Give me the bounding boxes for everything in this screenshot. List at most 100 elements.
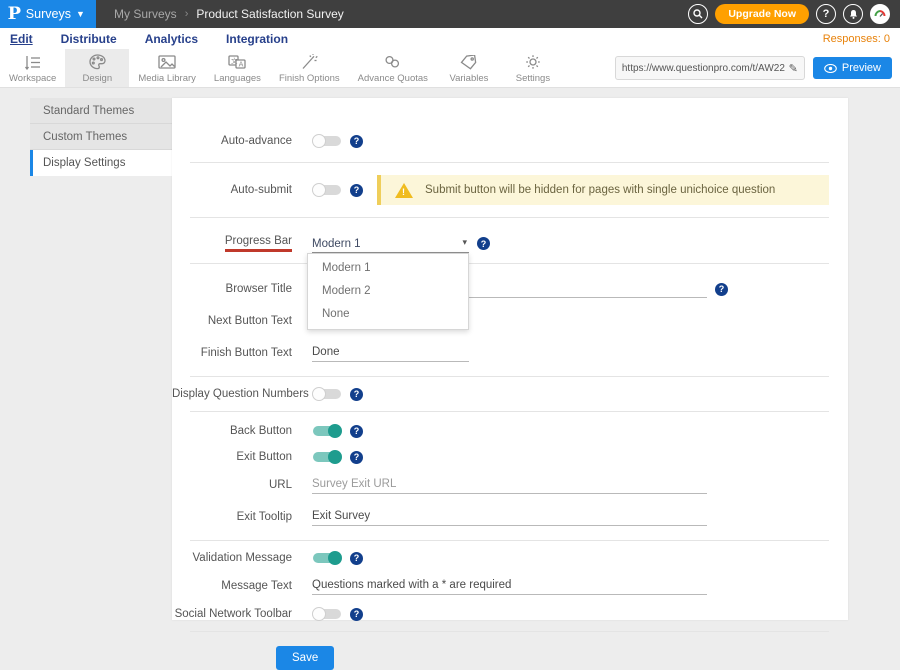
display-settings-panel: Auto-advance ? Auto-submit ? ! Submit bu… bbox=[172, 98, 848, 620]
toolbar-item-label: Languages bbox=[214, 73, 261, 84]
toolbar-item-advance-quotas[interactable]: Advance Quotas bbox=[349, 49, 437, 87]
surveys-product-menu[interactable]: P Surveys ▼ bbox=[0, 0, 96, 28]
display-question-numbers-help-icon[interactable]: ? bbox=[350, 388, 363, 401]
toolbar-item-languages[interactable]: 文A Languages bbox=[205, 49, 270, 87]
validation-message-label: Validation Message bbox=[172, 552, 312, 564]
validation-message-row: Validation Message ? bbox=[172, 551, 848, 565]
responses-count[interactable]: Responses: 0 bbox=[823, 33, 890, 45]
progress-bar-help-icon[interactable]: ? bbox=[477, 237, 490, 250]
browser-title-row: Browser Title ? bbox=[172, 280, 848, 298]
sidebar-item-display-settings[interactable]: Display Settings bbox=[30, 150, 172, 176]
sidebar-item-label: Standard Themes bbox=[43, 105, 134, 117]
exit-button-toggle[interactable] bbox=[312, 450, 342, 464]
browser-title-help-icon[interactable]: ? bbox=[715, 283, 728, 296]
auto-submit-toggle[interactable] bbox=[312, 183, 342, 197]
survey-url-input[interactable] bbox=[622, 63, 785, 74]
toolbar-item-label: Variables bbox=[449, 73, 488, 84]
exit-button-label: Exit Button bbox=[172, 451, 312, 463]
toolbar-item-design[interactable]: Design bbox=[65, 49, 129, 87]
upgrade-now-button[interactable]: Upgrade Now bbox=[715, 4, 809, 24]
auto-advance-toggle[interactable] bbox=[312, 134, 342, 148]
toolbar-item-label: Workspace bbox=[9, 73, 56, 84]
breadcrumb: My Surveys › Product Satisfaction Survey bbox=[96, 7, 344, 21]
top-bar: P Surveys ▼ My Surveys › Product Satisfa… bbox=[0, 0, 900, 28]
warning-triangle-icon: ! bbox=[395, 183, 413, 198]
toolbar-item-workspace[interactable]: Workspace bbox=[0, 49, 65, 87]
auto-advance-row: Auto-advance ? bbox=[172, 122, 848, 148]
back-button-help-icon[interactable]: ? bbox=[350, 425, 363, 438]
settings-icon bbox=[525, 54, 541, 71]
section-nav: Edit Distribute Analytics Integration Re… bbox=[0, 28, 900, 49]
auto-submit-row: Auto-submit ? ! Submit button will be hi… bbox=[172, 175, 848, 205]
toolbar-item-label: Advance Quotas bbox=[358, 73, 428, 84]
preview-button[interactable]: Preview bbox=[813, 57, 892, 79]
validation-message-toggle[interactable] bbox=[312, 551, 342, 565]
notifications-bell-icon[interactable] bbox=[843, 4, 863, 24]
exit-tooltip-row: Exit Tooltip bbox=[172, 508, 848, 526]
message-text-row: Message Text bbox=[172, 577, 848, 595]
media-library-icon bbox=[158, 54, 176, 71]
progress-bar-dropdown: Modern 1 Modern 2 None bbox=[307, 253, 469, 330]
social-network-toolbar-toggle[interactable] bbox=[312, 607, 342, 621]
tab-edit[interactable]: Edit bbox=[10, 32, 33, 46]
save-row: Save bbox=[172, 646, 848, 670]
finish-button-text-input[interactable] bbox=[312, 344, 469, 362]
toolbar-item-label: Settings bbox=[516, 73, 550, 84]
progress-bar-label: Progress Bar bbox=[172, 235, 312, 252]
auto-advance-label: Auto-advance bbox=[172, 135, 312, 147]
toolbar-item-finish-options[interactable]: Finish Options bbox=[270, 49, 349, 87]
dropdown-option-modern-2[interactable]: Modern 2 bbox=[308, 280, 468, 303]
exit-button-help-icon[interactable]: ? bbox=[350, 451, 363, 464]
advance-quotas-icon bbox=[384, 54, 402, 71]
settings-sidebar: Standard Themes Custom Themes Display Se… bbox=[30, 98, 172, 176]
search-icon[interactable] bbox=[688, 4, 708, 24]
finish-button-text-label: Finish Button Text bbox=[172, 347, 312, 359]
dropdown-option-none[interactable]: None bbox=[308, 303, 468, 326]
help-icon[interactable]: ? bbox=[816, 4, 836, 24]
browser-title-label: Browser Title bbox=[172, 283, 312, 295]
edit-url-pencil-icon[interactable]: ✎ bbox=[789, 62, 798, 75]
tab-integration[interactable]: Integration bbox=[226, 32, 288, 46]
display-question-numbers-toggle[interactable] bbox=[312, 387, 342, 401]
content-area: Standard Themes Custom Themes Display Se… bbox=[0, 88, 900, 627]
divider bbox=[190, 217, 829, 218]
divider bbox=[190, 263, 829, 264]
exit-url-input[interactable] bbox=[312, 476, 707, 494]
chevron-down-icon: ▼ bbox=[76, 9, 85, 19]
account-gauge-icon[interactable] bbox=[870, 4, 890, 24]
next-button-text-row: Next Button Text bbox=[172, 312, 848, 330]
finish-button-text-row: Finish Button Text bbox=[172, 344, 848, 362]
workspace-icon bbox=[24, 54, 42, 71]
breadcrumb-my-surveys[interactable]: My Surveys bbox=[114, 7, 177, 21]
sidebar-item-label: Display Settings bbox=[43, 157, 125, 169]
breadcrumb-survey-title: Product Satisfaction Survey bbox=[196, 7, 343, 21]
sidebar-item-custom-themes[interactable]: Custom Themes bbox=[30, 124, 172, 150]
toolbar-item-label: Media Library bbox=[138, 73, 196, 84]
dropdown-option-modern-1[interactable]: Modern 1 bbox=[308, 257, 468, 280]
social-network-toolbar-help-icon[interactable]: ? bbox=[350, 608, 363, 621]
design-toolbar: Workspace Design Media Library 文A Langua… bbox=[0, 49, 900, 88]
auto-submit-help-icon[interactable]: ? bbox=[350, 184, 363, 197]
product-label: Surveys bbox=[26, 7, 71, 21]
social-network-toolbar-row: Social Network Toolbar ? bbox=[172, 607, 848, 621]
progress-bar-select[interactable]: Modern 1 ▾ Modern 1 Modern 2 None bbox=[312, 234, 469, 253]
tab-distribute[interactable]: Distribute bbox=[61, 32, 117, 46]
validation-message-help-icon[interactable]: ? bbox=[350, 552, 363, 565]
tab-analytics[interactable]: Analytics bbox=[145, 32, 198, 46]
exit-button-row: Exit Button ? bbox=[172, 450, 848, 464]
auto-submit-label: Auto-submit bbox=[172, 184, 312, 196]
toolbar-item-variables[interactable]: Variables bbox=[437, 49, 501, 87]
toolbar-item-media-library[interactable]: Media Library bbox=[129, 49, 205, 87]
toolbar-item-settings[interactable]: Settings bbox=[501, 49, 565, 87]
sidebar-item-standard-themes[interactable]: Standard Themes bbox=[30, 98, 172, 124]
save-button[interactable]: Save bbox=[276, 646, 334, 670]
exit-tooltip-input[interactable] bbox=[312, 508, 707, 526]
chevron-down-icon: ▾ bbox=[462, 237, 467, 248]
message-text-input[interactable] bbox=[312, 577, 707, 595]
back-button-toggle[interactable] bbox=[312, 424, 342, 438]
auto-advance-help-icon[interactable]: ? bbox=[350, 135, 363, 148]
divider bbox=[190, 162, 829, 163]
languages-icon: 文A bbox=[228, 54, 246, 71]
progress-bar-selected-value: Modern 1 bbox=[312, 236, 361, 253]
display-question-numbers-label: Display Question Numbers bbox=[172, 388, 312, 400]
